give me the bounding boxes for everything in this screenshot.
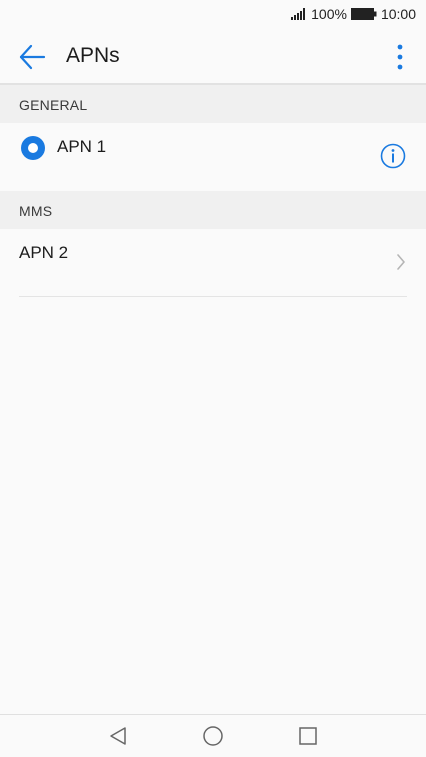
nav-back-button[interactable]: [107, 725, 129, 747]
back-triangle-icon: [110, 727, 126, 745]
nav-recents-button[interactable]: [297, 725, 319, 747]
section-header-mms: MMS: [0, 191, 426, 229]
page-title: APNs: [66, 44, 120, 67]
recents-square-icon: [299, 727, 317, 745]
row-divider: [19, 296, 407, 297]
apn-label: APN 1: [57, 137, 107, 156]
info-button[interactable]: [380, 143, 406, 169]
home-circle-icon: [203, 726, 223, 746]
status-time: 10:00: [380, 6, 416, 22]
status-right: 100% 10:00: [291, 6, 416, 22]
apn-row-apn1[interactable]: APN 1: [0, 123, 426, 191]
battery-percent: 100%: [311, 6, 347, 22]
info-icon: [380, 143, 406, 169]
section-header-general: GENERAL: [0, 85, 426, 123]
apns-screen: 100% 10:00 APNs GENERAL APN 1 MMS APN 2: [0, 0, 426, 757]
radio-selected-icon[interactable]: [21, 136, 45, 160]
signal-icon: [291, 8, 307, 20]
apn-row-apn2[interactable]: APN 2: [0, 229, 426, 297]
section-header-label: GENERAL: [19, 97, 88, 113]
navigation-bar: [0, 714, 426, 757]
apn-label: APN 2: [19, 243, 69, 262]
chevron-right-icon: [396, 253, 406, 271]
more-options-button[interactable]: [388, 42, 412, 72]
section-header-label: MMS: [19, 203, 53, 219]
arrow-left-icon: [19, 44, 46, 70]
more-vertical-icon: [397, 44, 403, 70]
battery-icon: [350, 8, 377, 20]
back-button[interactable]: [16, 42, 48, 72]
app-bar: APNs: [0, 30, 426, 85]
nav-home-button[interactable]: [202, 725, 224, 747]
status-bar: 100% 10:00: [0, 0, 426, 30]
